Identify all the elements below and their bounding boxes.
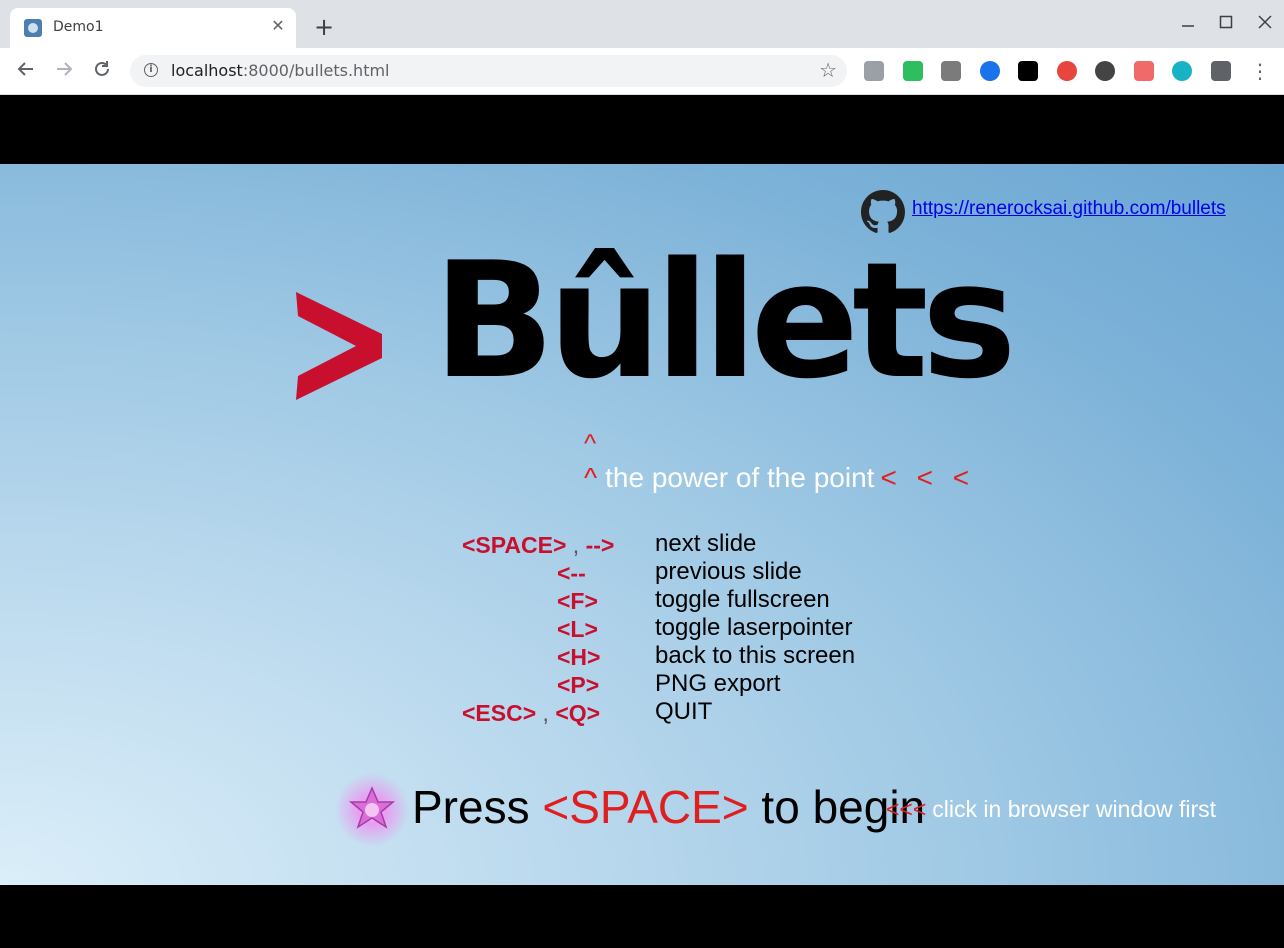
grey-circle-icon[interactable]	[1095, 61, 1115, 81]
tab-title: Demo1	[53, 19, 104, 35]
slide-title: Bûllets	[433, 227, 1017, 414]
shortcut-separator: ,	[566, 532, 586, 558]
shortcut-key-secondary: <Q>	[555, 700, 601, 726]
shortcut-key: <SPACE> , -->	[462, 532, 614, 559]
close-window-button[interactable]	[1251, 12, 1279, 36]
hint-text: click in browser window first	[932, 796, 1217, 822]
tagline: ^ the power of the point < < <	[584, 462, 975, 494]
shortcut-key: <--	[557, 560, 586, 586]
arrow-ext-icon[interactable]	[1133, 61, 1154, 81]
maximize-icon	[1219, 15, 1233, 29]
browser-tab[interactable]: Demo1 ✕	[10, 8, 296, 48]
plus-teal-icon[interactable]	[1172, 61, 1192, 81]
kebab-menu-icon[interactable]: ⋮	[1250, 58, 1270, 84]
minimize-icon	[1182, 25, 1194, 27]
shortcut-description: PNG export	[655, 670, 781, 697]
reload-icon	[95, 61, 109, 76]
press-key: <SPACE>	[542, 781, 749, 833]
url-text: localhost:8000/bullets.html	[171, 61, 390, 80]
info-icon[interactable]: i	[144, 63, 158, 77]
close-tab-icon[interactable]: ✕	[268, 16, 288, 36]
favicon-icon	[24, 19, 42, 37]
circle-red-icon[interactable]	[1056, 61, 1077, 81]
new-tab-button[interactable]: +	[312, 15, 336, 40]
maximize-button[interactable]	[1212, 12, 1240, 36]
shortcut-key-secondary: -->	[585, 532, 615, 558]
browser-toolbar: i localhost:8000/bullets.html ☆ ⋮	[0, 48, 1284, 95]
shortcut-key: <F>	[557, 588, 598, 614]
arrow-right-icon	[57, 62, 73, 76]
github-link[interactable]: https://renerocksai.github.com/bullets	[912, 198, 1226, 220]
shortcut-key-primary: <ESC>	[462, 700, 537, 726]
tagline-text: the power of the point	[605, 462, 875, 493]
shortcut-key: <L>	[557, 616, 598, 642]
arrow-left-icon	[17, 62, 33, 76]
shortcut-key: <H>	[557, 644, 601, 670]
press-before: Press	[412, 781, 543, 833]
slide-canvas[interactable]: https://renerocksai.github.com/bullets B…	[0, 164, 1284, 885]
tagline-caret: ^	[584, 462, 598, 493]
tab-bar: Demo1 ✕ +	[0, 0, 1284, 48]
url-path: :8000/bullets.html	[242, 61, 390, 80]
password-icon[interactable]	[979, 61, 1000, 81]
shortcut-separator: ,	[536, 700, 556, 726]
gem-icon	[335, 773, 409, 847]
click-hint: <<< click in browser window first	[886, 796, 1216, 823]
shortcut-description: back to this screen	[655, 642, 856, 669]
hint-arrows: <<<	[886, 796, 927, 822]
address-bar[interactable]: i localhost:8000/bullets.html ☆	[130, 55, 847, 87]
evernote-icon[interactable]	[902, 61, 923, 81]
minimize-button[interactable]	[1174, 12, 1202, 36]
reload-button[interactable]	[89, 58, 115, 84]
forward-button[interactable]	[51, 58, 77, 84]
press-to-begin: Press <SPACE> to begin	[412, 780, 925, 834]
page-icon[interactable]	[864, 61, 884, 81]
shortcut-description: previous slide	[655, 558, 802, 585]
shortcut-key-primary: <SPACE>	[462, 532, 567, 558]
chevron-right-icon	[296, 292, 382, 400]
puzzle-icon[interactable]	[1210, 61, 1231, 81]
url-host: localhost	[171, 61, 243, 80]
close-icon	[1258, 15, 1272, 29]
tagline-arrows: < < <	[880, 462, 976, 493]
notion-icon[interactable]	[1018, 61, 1038, 81]
shortcut-description: toggle laserpointer	[655, 614, 853, 641]
shortcut-description: QUIT	[655, 698, 713, 725]
shortcut-description: toggle fullscreen	[655, 586, 830, 613]
shortcut-description: next slide	[655, 530, 757, 557]
bookmark-star-icon[interactable]: ☆	[819, 58, 837, 82]
dropbox-icon[interactable]	[941, 61, 961, 81]
shortcut-key: <P>	[557, 672, 600, 698]
caret-mark: ^	[584, 428, 597, 458]
back-button[interactable]	[13, 58, 39, 84]
shortcut-key: <ESC> , <Q>	[462, 700, 600, 727]
